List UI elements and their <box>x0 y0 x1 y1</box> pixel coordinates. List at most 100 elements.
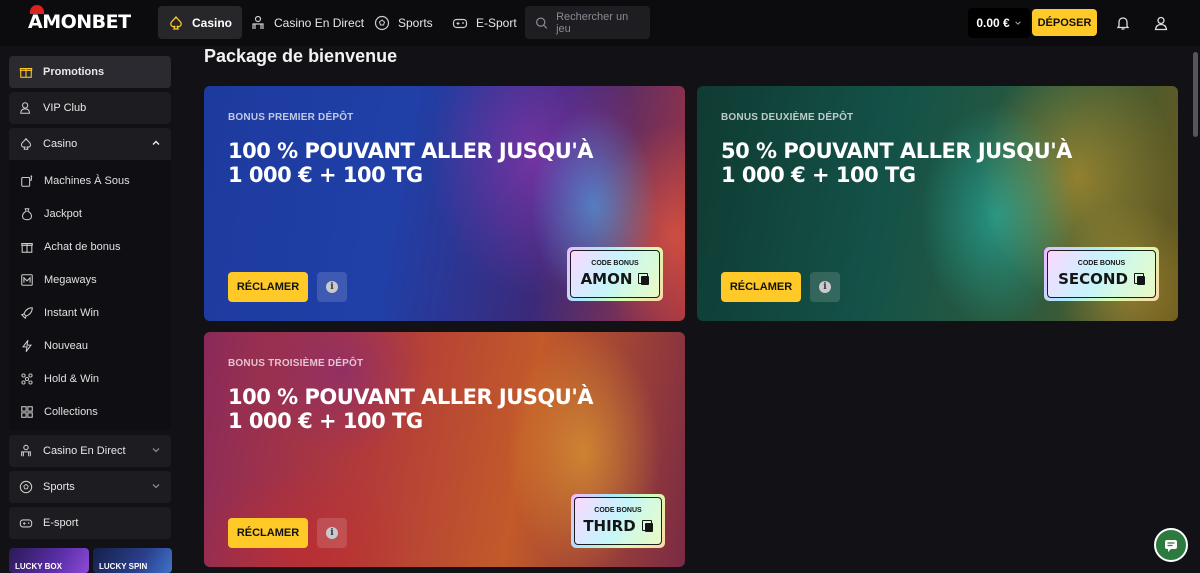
sidebar-item-live-casino[interactable]: Casino En Direct <box>9 435 171 467</box>
promo-lucky-spin[interactable]: LUCKY SPIN <box>93 548 172 573</box>
balance-value: 0.00 € <box>976 16 1010 30</box>
bonus-code-box[interactable]: CODE BONUS THIRD <box>571 494 665 548</box>
card-label: BONUS PREMIER DÉPÔT <box>228 112 354 123</box>
nav-live-casino-label: Casino En Direct <box>274 15 365 30</box>
nav-casino[interactable]: Casino <box>158 6 243 39</box>
promo-label: LUCKY BOX <box>15 562 62 571</box>
nav-live-casino[interactable]: Casino En Direct <box>240 6 374 39</box>
copy-icon[interactable] <box>1133 273 1145 285</box>
sidebar: Promotions VIP Club Casino Machines À So… <box>0 46 180 573</box>
submenu-label: Jackpot <box>44 208 82 220</box>
account-button[interactable] <box>1150 12 1172 34</box>
search-icon <box>536 16 548 29</box>
info-button[interactable]: i <box>317 272 347 302</box>
submenu-item-jackpot[interactable]: Jackpot <box>20 205 82 223</box>
submenu-label: Machines À Sous <box>44 175 130 187</box>
submenu-item-collections[interactable]: Collections <box>20 403 98 421</box>
bonus-code: THIRD <box>583 517 636 535</box>
submenu-item-megaways[interactable]: Megaways <box>20 271 97 289</box>
casino-submenu: Machines À Sous Jackpot Achat de bonus M… <box>9 160 171 430</box>
notifications-button[interactable] <box>1112 12 1134 34</box>
sidebar-item-label: Casino En Direct <box>43 445 126 457</box>
brand-logo[interactable]: AMONBET <box>28 5 131 33</box>
code-title: CODE BONUS <box>594 507 642 514</box>
submenu-label: Achat de bonus <box>44 241 121 253</box>
submenu-item-bonus-buy[interactable]: Achat de bonus <box>20 238 120 256</box>
sidebar-item-promotions[interactable]: Promotions <box>9 56 171 88</box>
page-scrollbar[interactable] <box>1193 52 1198 137</box>
card-headline: 100 % POUVANT ALLER JUSQU'À 1 000 € + 10… <box>228 385 668 433</box>
bonus-code-box[interactable]: CODE BONUS SECOND <box>1044 247 1159 301</box>
info-button[interactable]: i <box>810 272 840 302</box>
chevron-down-icon[interactable] <box>151 481 161 491</box>
balance-dropdown[interactable]: 0.00 € <box>968 8 1030 38</box>
headline-line-2: 1 000 € + 100 TG <box>721 163 916 187</box>
rocket-icon <box>20 307 33 320</box>
claim-button[interactable]: RÉCLAMER <box>228 272 308 302</box>
search-placeholder: Rechercher un jeu <box>556 10 629 35</box>
card-label: BONUS DEUXIÈME DÉPÔT <box>721 112 854 123</box>
user-vip-icon <box>20 102 31 114</box>
sidebar-item-esport[interactable]: E-sport <box>9 507 171 539</box>
gift-icon <box>19 67 33 78</box>
copy-icon[interactable] <box>641 520 653 532</box>
soccer-ball-icon <box>19 480 33 494</box>
promo-label: LUCKY SPIN <box>99 562 148 571</box>
sidebar-item-label: E-sport <box>43 517 79 529</box>
chevron-up-icon[interactable] <box>151 138 161 148</box>
code-title: CODE BONUS <box>591 260 639 267</box>
chevron-down-icon <box>1014 21 1021 25</box>
promo-lucky-box[interactable]: LUCKY BOX <box>9 548 89 573</box>
gift-box-icon <box>21 242 33 253</box>
santa-hat-icon <box>30 5 44 14</box>
dealer-icon <box>252 15 264 29</box>
search-input[interactable]: Rechercher un jeu <box>525 6 650 39</box>
logo-text: AMONBET <box>28 11 131 33</box>
gamepad-icon <box>452 18 468 28</box>
chevron-down-icon[interactable] <box>151 445 161 455</box>
user-icon <box>1154 16 1168 31</box>
submenu-item-slots[interactable]: Machines À Sous <box>20 172 130 190</box>
lightning-icon <box>22 340 32 352</box>
nav-sports[interactable]: Sports <box>364 6 443 39</box>
sidebar-item-label: Sports <box>43 481 75 493</box>
headline-line-2: 1 000 € + 100 TG <box>228 163 423 187</box>
claim-button[interactable]: RÉCLAMER <box>228 518 308 548</box>
headline-line-1: 100 % POUVANT ALLER JUSQU'À <box>228 385 594 409</box>
nav-esport[interactable]: E-Sport <box>442 6 527 39</box>
submenu-item-new[interactable]: Nouveau <box>20 337 88 355</box>
gamepad-icon <box>19 519 33 528</box>
claim-button[interactable]: RÉCLAMER <box>721 272 801 302</box>
page-title: Package de bienvenue <box>204 46 398 66</box>
bonus-card-third: BONUS TROISIÈME DÉPÔT 100 % POUVANT ALLE… <box>204 332 685 567</box>
info-button[interactable]: i <box>317 518 347 548</box>
submenu-label: Instant Win <box>44 307 100 319</box>
chat-button[interactable] <box>1154 528 1188 562</box>
card-headline: 50 % POUVANT ALLER JUSQU'À 1 000 € + 100… <box>721 139 1161 187</box>
copy-icon[interactable] <box>638 273 650 285</box>
nav-esport-label: E-Sport <box>476 15 517 30</box>
bonus-card-second: BONUS DEUXIÈME DÉPÔT 50 % POUVANT ALLER … <box>697 86 1178 321</box>
dealer-icon <box>21 444 31 457</box>
top-bar: AMONBET Casino Casino En Direct Sports E… <box>0 0 1200 46</box>
headline-line-1: 100 % POUVANT ALLER JUSQU'À <box>228 139 594 163</box>
sidebar-item-label: VIP Club <box>43 102 87 114</box>
sidebar-item-sports[interactable]: Sports <box>9 471 171 503</box>
card-label: BONUS TROISIÈME DÉPÔT <box>228 358 364 369</box>
submenu-item-instant-win[interactable]: Instant Win <box>20 304 99 322</box>
soccer-ball-icon <box>374 15 390 30</box>
nav-sports-label: Sports <box>398 15 433 30</box>
bonus-code-box[interactable]: CODE BONUS AMON <box>567 247 663 301</box>
money-bag-icon <box>22 208 32 221</box>
submenu-item-hold-win[interactable]: Hold & Win <box>20 370 99 388</box>
hold-win-icon <box>21 373 33 385</box>
info-icon: i <box>819 281 831 293</box>
info-icon: i <box>326 281 338 293</box>
nav-casino-label: Casino <box>192 15 233 30</box>
deposit-button[interactable]: DÉPOSER <box>1032 9 1097 36</box>
sidebar-item-vip-club[interactable]: VIP Club <box>9 92 171 124</box>
sidebar-item-casino[interactable]: Casino <box>9 128 171 160</box>
megaways-icon <box>21 274 33 286</box>
bonus-code: SECOND <box>1058 270 1128 288</box>
sidebar-item-label: Promotions <box>43 66 105 78</box>
